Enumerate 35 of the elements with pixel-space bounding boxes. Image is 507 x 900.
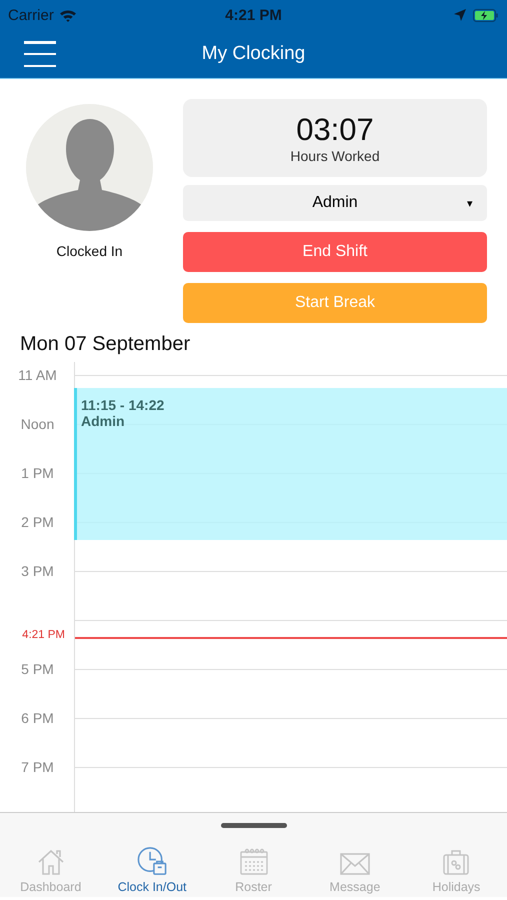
- clock-icon: [136, 846, 168, 877]
- home-icon: [36, 847, 66, 877]
- hours-worked-value: 03:07: [296, 112, 374, 148]
- battery-icon: [473, 8, 500, 22]
- location-arrow-icon: [454, 9, 466, 21]
- hours-worked-label: Hours Worked: [290, 148, 380, 164]
- start-break-button[interactable]: Start Break: [183, 283, 487, 323]
- clock-status: Clocked In: [56, 243, 123, 259]
- shift-event[interactable]: 11:15 - 14:22 Admin: [74, 388, 507, 540]
- role-dropdown[interactable]: Admin ▾: [183, 185, 487, 221]
- event-role: Admin: [81, 413, 126, 429]
- tab[interactable]: Roster: [202, 846, 304, 894]
- hour-label: 2 PM: [20, 514, 55, 530]
- tab[interactable]: Holidays: [406, 846, 507, 894]
- tab[interactable]: Clock In/Out: [101, 846, 203, 894]
- hour-label: 1 PM: [20, 465, 55, 481]
- hour-label: 11 AM: [17, 367, 58, 383]
- mail-icon: [338, 851, 371, 877]
- hour-label: 7 PM: [20, 759, 55, 775]
- tab[interactable]: Message: [304, 846, 406, 894]
- wifi-icon: [58, 8, 77, 22]
- hour-label: 6 PM: [20, 710, 55, 726]
- date-heading: Mon 07 September: [19, 332, 192, 357]
- tab[interactable]: Dashboard: [0, 846, 102, 894]
- calendar-icon: [238, 847, 270, 877]
- menu-button[interactable]: [24, 40, 56, 68]
- end-shift-button[interactable]: End Shift: [183, 232, 487, 272]
- clock-time: 4:21 PM: [225, 6, 282, 24]
- hour-label: 5 PM: [20, 661, 55, 677]
- event-time: 11:15 - 14:22: [81, 397, 166, 413]
- current-time-label: 4:21 PM: [21, 629, 66, 641]
- carrier-label: Carrier: [8, 6, 54, 24]
- hour-label: 3 PM: [20, 563, 55, 579]
- hour-label: Noon: [20, 416, 56, 432]
- screen-title: My Clocking: [202, 43, 306, 65]
